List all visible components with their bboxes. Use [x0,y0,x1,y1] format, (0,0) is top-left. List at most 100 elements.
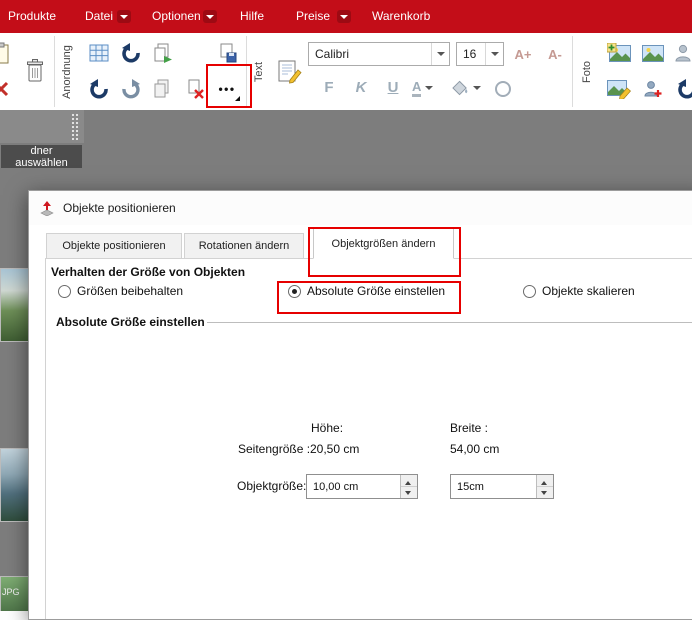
app-icon [39,200,55,216]
undo-arrange-button[interactable] [116,37,146,69]
page-height-value: 20,50 cm [310,442,359,456]
bold-icon: F [324,79,333,96]
menu-warenkorb[interactable]: Warenkorb [372,0,430,33]
menubar: Produkte Datei Optionen Hilfe Preise War… [0,0,692,33]
add-photo-button[interactable] [604,37,634,69]
font-family-value: Calibri [309,47,431,61]
menu-datei-chevron-down-icon[interactable] [117,10,131,23]
italic-button[interactable]: K [346,73,376,101]
radio-groessen-beibehalten[interactable]: Größen beibehalten [58,284,183,298]
delete-page-icon [185,79,205,99]
rotate-left-button[interactable] [84,73,114,105]
section-divider [207,322,692,323]
text-frame-icon [277,59,302,84]
rotate-right-icon [121,79,141,99]
page-size-label: Seitengröße : [238,442,310,456]
menu-datei[interactable]: Datei [85,0,113,33]
photo-icon [642,45,664,62]
height-header: Höhe: [311,421,343,435]
underline-button[interactable]: U [378,73,408,101]
menu-preise[interactable]: Preise [296,0,330,33]
behavior-group-title: Verhalten der Größe von Objekten [51,265,245,279]
font-color-select[interactable]: A [410,74,448,102]
radio-objekte-skalieren[interactable]: Objekte skalieren [523,284,635,298]
radio-label: Größen beibehalten [77,284,183,298]
person-button[interactable] [668,37,692,69]
edit-photo-button[interactable] [604,73,634,105]
rotate-right-button[interactable] [116,73,146,105]
radio-circle-icon[interactable] [523,285,536,298]
table-grid-button[interactable] [84,37,114,69]
object-width-input[interactable] [451,475,536,498]
save-page-button[interactable] [212,37,242,69]
font-increase-icon: A+ [515,47,532,62]
foto-label: Foto [581,60,593,82]
panel-handle-dots-icon[interactable] [71,113,80,140]
spinner-up-button[interactable] [537,475,553,487]
more-arrange-button[interactable]: ••• [212,73,242,105]
chevron-down-icon[interactable] [424,74,434,102]
font-family-select[interactable]: Calibri [308,42,450,66]
chevron-down-icon[interactable] [472,74,482,102]
photo-frame-button[interactable] [638,37,668,69]
toolbar-separator [54,36,55,107]
object-height-input[interactable] [307,475,400,498]
font-size-select[interactable]: 16 [456,42,504,66]
delete-object-button[interactable] [0,73,16,105]
page-width-value: 54,00 cm [450,442,499,456]
copy-forward-icon [153,43,173,63]
anordnung-label: Anordnung [61,45,73,99]
edit-photo-icon [607,79,631,99]
file-type-label: JPG [2,587,20,597]
spinner-up-button[interactable] [401,475,417,487]
menu-produkte[interactable]: Produkte [8,0,56,33]
spinner-buttons [400,475,417,498]
menu-optionen-chevron-down-icon[interactable] [203,10,217,23]
save-page-icon [217,43,237,63]
menu-hilfe[interactable]: Hilfe [240,0,264,33]
clipboard-icon [0,42,10,64]
delete-page-button[interactable] [180,73,210,105]
add-person-icon [644,80,662,98]
tab-content-pane [45,258,692,620]
collapsed-panel [0,110,84,143]
chevron-down-icon[interactable] [431,43,449,65]
toolbar-separator [572,36,573,107]
table-grid-icon [89,44,109,62]
tab-rotationen-aendern[interactable]: Rotationen ändern [184,233,304,258]
spinner-down-button[interactable] [401,487,417,498]
no-color-button[interactable] [490,73,516,105]
text-label: Text [253,61,265,81]
dialog-titlebar[interactable]: Objekte positionieren [29,191,692,225]
select-folder-button[interactable]: dner auswählen [0,144,83,169]
group-label-anordnung: Anordnung [56,33,78,110]
font-decrease-button[interactable]: A- [540,40,570,68]
tab-objektgroessen-aendern[interactable]: Objektgrößen ändern [313,228,454,259]
chevron-down-icon[interactable] [485,43,503,65]
clipboard-button[interactable] [0,37,16,69]
group-label-foto: Foto [576,33,598,110]
toolbar-separator [246,36,247,107]
radio-label: Absolute Größe einstellen [307,284,445,298]
radio-circle-icon[interactable] [288,285,301,298]
radio-circle-icon[interactable] [58,285,71,298]
bold-button[interactable]: F [314,73,344,101]
object-size-label: Objektgröße: [237,479,306,493]
objekte-positionieren-dialog: Objekte positionieren Objekte positionie… [28,190,692,620]
tab-objekte-positionieren[interactable]: Objekte positionieren [46,233,182,258]
fill-color-select[interactable] [450,74,488,102]
text-frame-button[interactable] [274,51,304,91]
rotate-photo-button[interactable] [672,73,692,105]
trash-button[interactable] [18,38,52,104]
copy-page-button[interactable] [148,37,178,69]
menu-preise-chevron-down-icon[interactable] [337,10,351,23]
spinner-down-button[interactable] [537,487,553,498]
add-person-button[interactable] [638,73,668,105]
radio-absolute-groesse-einstellen[interactable]: Absolute Größe einstellen [288,284,445,298]
duplicate-page-button[interactable] [148,73,178,105]
font-increase-button[interactable]: A+ [508,40,538,68]
menu-optionen[interactable]: Optionen [152,0,201,33]
more-text-button[interactable]: ••• [534,105,564,110]
object-height-spinner [306,474,418,499]
rotate-photo-icon [677,79,692,99]
